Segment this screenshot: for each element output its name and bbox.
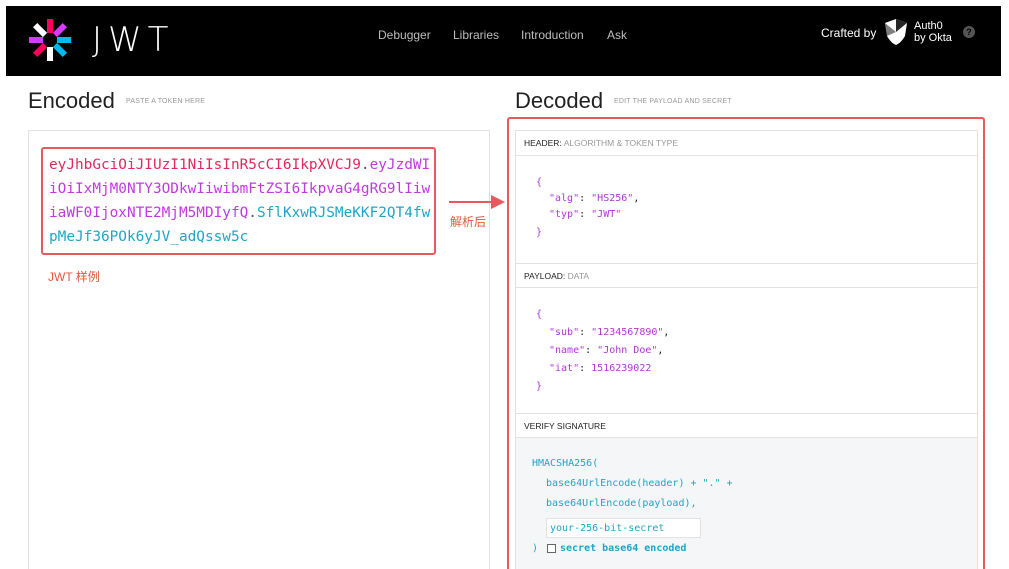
- verify-line-header: base64UrlEncode(header) + "." +: [546, 478, 733, 489]
- payload-section-sub: DATA: [567, 271, 590, 281]
- arrow-right-icon: [449, 195, 505, 209]
- help-icon[interactable]: ?: [963, 26, 975, 38]
- verify-line-hmac: HMACSHA256(: [532, 458, 599, 469]
- auth0-brand[interactable]: Auth0 by Okta: [914, 20, 952, 44]
- token-dot: .: [360, 157, 370, 173]
- json-key: "sub": [549, 327, 580, 338]
- header-json-editor[interactable]: { "alg": "HS256", "typ": "JWT" }: [516, 156, 977, 263]
- header-section-label: HEADER:: [524, 138, 562, 148]
- nav-debugger[interactable]: Debugger: [378, 28, 431, 42]
- nav-introduction[interactable]: Introduction: [521, 28, 584, 42]
- auth0-line1: Auth0: [914, 20, 943, 32]
- json-value: "HS256": [591, 193, 634, 204]
- json-key: "name": [549, 345, 586, 356]
- verify-signature-body: HMACSHA256( base64UrlEncode(header) + ".…: [516, 438, 977, 569]
- decoded-title: Decoded: [515, 88, 604, 113]
- auth0-shield-icon[interactable]: [883, 18, 909, 46]
- crafted-by-label: Crafted by: [821, 26, 877, 40]
- token-header-part: eyJhbGciOiJIUzI1NiIsInR5cCI6IkpXVCJ9: [49, 157, 361, 173]
- base64-checkbox[interactable]: [547, 544, 556, 553]
- jwt-logo-icon[interactable]: [28, 18, 72, 62]
- json-key: "iat": [549, 363, 580, 374]
- token-dot: .: [248, 205, 257, 221]
- encoded-title: Encoded: [28, 88, 115, 113]
- json-value: "1234567890": [591, 327, 664, 338]
- json-value: "John Doe": [597, 345, 658, 356]
- decoded-subtitle: EDIT THE PAYLOAD AND SECRET: [614, 98, 732, 105]
- verify-section-label: VERIFY SIGNATURE: [524, 421, 606, 431]
- payload-section-title: PAYLOAD: DATA: [516, 263, 977, 288]
- auth0-line2: by Okta: [914, 32, 952, 44]
- base64-checkbox-label[interactable]: secret base64 encoded: [560, 543, 686, 554]
- jwt-sample-caption: JWT 样例: [48, 270, 100, 284]
- verify-section-title: VERIFY SIGNATURE: [516, 413, 977, 438]
- encoded-subtitle: PASTE A TOKEN HERE: [126, 98, 206, 105]
- json-value: "JWT": [591, 209, 622, 220]
- json-brace: }: [536, 381, 543, 392]
- secret-input[interactable]: your-256-bit-secret: [546, 518, 701, 538]
- nav-libraries[interactable]: Libraries: [453, 28, 499, 42]
- logo-text[interactable]: JWT: [92, 20, 174, 60]
- top-navbar: JWT Debugger Libraries Introduction Ask …: [6, 6, 1001, 76]
- header-section-sub: ALGORITHM & TOKEN TYPE: [563, 138, 679, 148]
- json-brace: {: [536, 309, 543, 320]
- verify-close-paren: ): [532, 543, 539, 554]
- json-brace: {: [536, 177, 543, 188]
- json-key: "alg": [549, 193, 580, 204]
- payload-section-label: PAYLOAD:: [524, 271, 566, 281]
- encoded-token-textarea[interactable]: eyJhbGciOiJIUzI1NiIsInR5cCI6IkpXVCJ9.eyJ…: [41, 147, 436, 255]
- json-key: "typ": [549, 209, 580, 220]
- json-brace: }: [536, 227, 543, 238]
- payload-json-editor[interactable]: { "sub": "1234567890", "name": "John Doe…: [516, 288, 977, 412]
- decoded-annotation-label: 解析后: [450, 215, 487, 229]
- header-section-title: HEADER: ALGORITHM & TOKEN TYPE: [516, 131, 977, 156]
- nav-ask[interactable]: Ask: [607, 28, 627, 42]
- decoded-panel: HEADER: ALGORITHM & TOKEN TYPE { "alg": …: [515, 130, 978, 569]
- json-value: 1516239022: [591, 363, 652, 374]
- verify-line-payload: base64UrlEncode(payload),: [546, 498, 697, 509]
